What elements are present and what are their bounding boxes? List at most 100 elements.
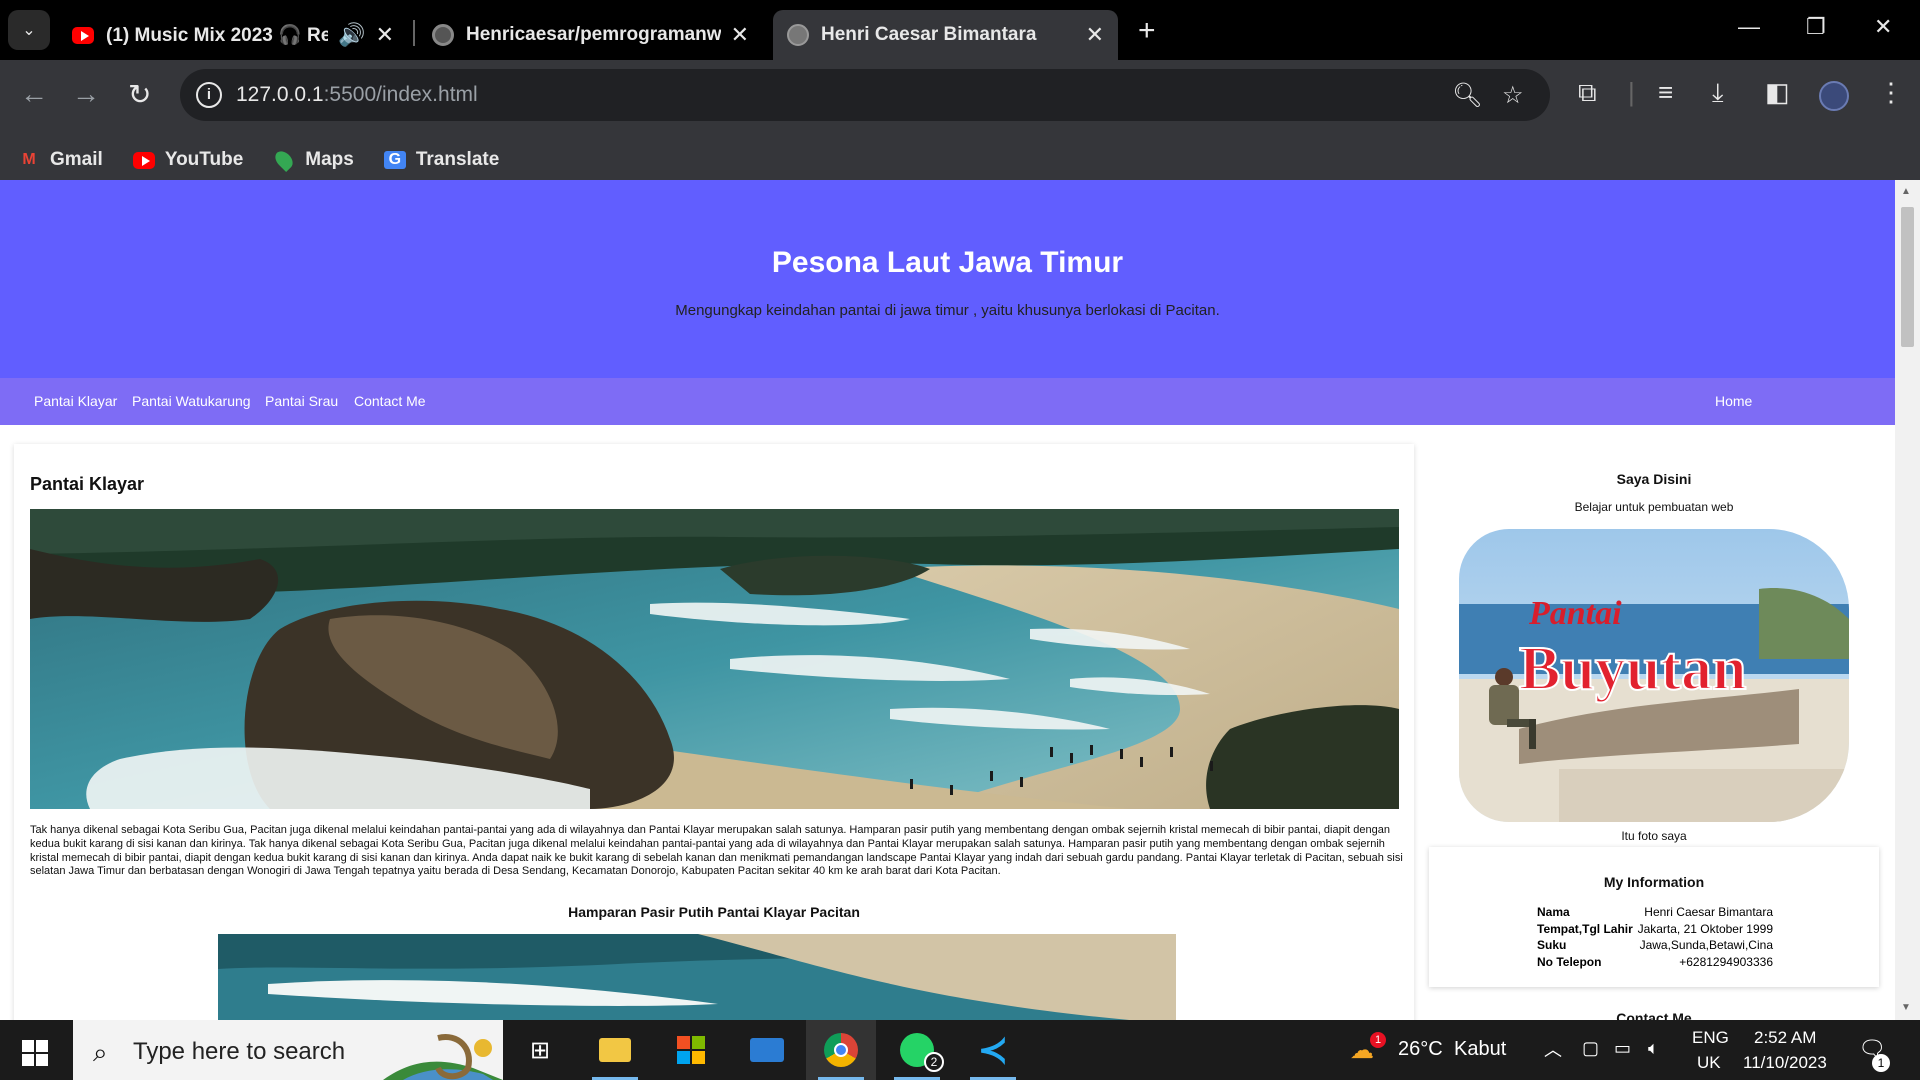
taskbar-mail[interactable] xyxy=(732,1020,802,1080)
browser-tabstrip: ⌄ (1) Music Mix 2023 🎧 Remix 🔊 ✕ Henrica… xyxy=(0,0,1920,60)
info-row: No Telepon +6281294903336 xyxy=(1537,955,1773,972)
volume-icon[interactable]: 🔈︎ xyxy=(1648,1038,1659,1059)
tab-close-icon[interactable]: ✕ xyxy=(1086,22,1104,48)
battery-icon[interactable]: ▭ xyxy=(1614,1038,1631,1059)
bookmark-translate[interactable]: G Translate xyxy=(383,149,500,171)
media-control-icon[interactable]: ≡ xyxy=(1658,77,1673,108)
nav-link-contact-me[interactable]: Contact Me xyxy=(354,393,426,409)
info-value: Jawa,Sunda,Betawi,Cina xyxy=(1639,938,1773,952)
page-scrollbar[interactable]: ▲ ▼ xyxy=(1895,180,1920,1020)
clock-time[interactable]: 2:52 AM xyxy=(1754,1028,1816,1048)
meet-now-icon[interactable]: ▢ xyxy=(1582,1038,1599,1059)
info-row: Suku Jawa,Sunda,Betawi,Cina xyxy=(1537,938,1773,955)
info-row: Nama Henri Caesar Bimantara xyxy=(1537,905,1773,922)
sidebar-tagline: Belajar untuk pembuatan web xyxy=(1574,500,1734,514)
bookmark-label: Translate xyxy=(415,149,500,170)
weather-temp[interactable]: 26°C xyxy=(1398,1038,1443,1061)
article-paragraph: Tak hanya dikenal sebagai Kota Seribu Gu… xyxy=(30,824,1403,878)
nav-link-pantai-watukarung[interactable]: Pantai Watukarung xyxy=(132,393,251,409)
info-table: Nama Henri Caesar Bimantara Tempat,Tgl La… xyxy=(1537,905,1773,971)
taskbar-file-explorer[interactable] xyxy=(580,1020,650,1080)
info-value: Jakarta, 21 Oktober 1999 xyxy=(1637,921,1773,936)
bookmark-star-icon[interactable]: ☆ xyxy=(1502,81,1524,110)
nav-link-pantai-srau[interactable]: Pantai Srau xyxy=(265,393,338,409)
site-title: Pesona Laut Jawa Timur xyxy=(771,246,1124,279)
github-icon xyxy=(432,24,454,46)
profile-photo: Pantai Buyutan xyxy=(1459,529,1849,822)
tab-search-button[interactable]: ⌄ xyxy=(8,10,50,50)
tab-github[interactable]: Henricaesar/pemrogramanweb ✕ xyxy=(418,10,763,60)
chevron-up-icon[interactable]: ︿ xyxy=(1544,1036,1562,1062)
side-panel-icon[interactable]: ◧ xyxy=(1765,77,1790,108)
minimize-icon[interactable]: — xyxy=(1738,14,1760,40)
store-icon xyxy=(677,1036,705,1064)
scroll-down-arrow-icon[interactable]: ▼ xyxy=(1901,1002,1911,1013)
info-heading: My Information xyxy=(1603,874,1705,890)
bookmark-youtube[interactable]: YouTube xyxy=(132,149,244,171)
tab-title: Henricaesar/pemrogramanweb xyxy=(466,24,721,45)
browser-toolbar: ← → ↻ i 127.0.0.1:5500/index.html 🔍︎ ☆ ⧉… xyxy=(0,60,1920,188)
taskbar-search-box[interactable]: ⌕ Type here to search xyxy=(73,1020,503,1080)
bookmark-label: Gmail xyxy=(50,149,103,170)
bookmark-label: YouTube xyxy=(164,149,244,170)
bookmark-gmail[interactable]: M Gmail xyxy=(18,149,103,171)
tab-close-icon[interactable]: ✕ xyxy=(376,22,394,48)
photo-sign-small: Pantai xyxy=(1528,595,1622,632)
taskbar-ms-store[interactable] xyxy=(656,1020,726,1080)
search-highlight-illustration xyxy=(383,1034,503,1080)
extensions-icon[interactable]: ⧉ xyxy=(1578,77,1597,109)
taskbar-vscode[interactable]: ≺ xyxy=(958,1020,1028,1080)
tab-close-icon[interactable]: ✕ xyxy=(731,22,749,48)
notification-count: 1 xyxy=(1872,1054,1890,1072)
site-info-icon[interactable]: i xyxy=(196,82,222,108)
new-tab-button[interactable]: + xyxy=(1138,14,1156,48)
url-host: 127.0.0.1 xyxy=(236,83,324,106)
nav-link-home[interactable]: Home xyxy=(1715,393,1752,409)
youtube-icon xyxy=(72,24,94,46)
info-value: +6281294903336 xyxy=(1679,954,1773,969)
info-label: Tempat,Tgl Lahir xyxy=(1537,921,1633,936)
back-icon[interactable]: ← xyxy=(20,78,48,110)
scroll-up-arrow-icon[interactable]: ▲ xyxy=(1901,186,1911,197)
info-label: Suku xyxy=(1537,938,1567,952)
tab-music-mix[interactable]: (1) Music Mix 2023 🎧 Remix 🔊 ✕ xyxy=(58,10,408,60)
photo-sign-large: Buyutan xyxy=(1519,635,1746,703)
speaker-icon[interactable]: 🔊 xyxy=(338,22,365,48)
download-icon[interactable]: ⤓ xyxy=(1712,77,1724,109)
profile-avatar[interactable] xyxy=(1819,81,1849,111)
taskbar-task-view[interactable]: ⊞ xyxy=(505,1020,575,1080)
whatsapp-badge: 2 xyxy=(924,1052,944,1072)
menu-dots-icon[interactable]: ⋮ xyxy=(1878,77,1904,108)
address-bar[interactable]: i 127.0.0.1:5500/index.html 🔍︎ ☆ xyxy=(180,69,1550,121)
window-close-icon[interactable]: ✕ xyxy=(1874,14,1892,40)
language-line-1[interactable]: ENG xyxy=(1692,1028,1729,1048)
task-view-icon: ⊞ xyxy=(529,1036,551,1064)
search-icon: ⌕ xyxy=(93,1037,108,1067)
bookmark-label: Maps xyxy=(305,149,354,170)
beach-hero-image xyxy=(30,509,1399,809)
reload-icon[interactable]: ↻ xyxy=(128,78,151,111)
clock-date[interactable]: 11/10/2023 xyxy=(1743,1053,1827,1073)
tab-henri-caesar[interactable]: Henri Caesar Bimantara ✕ xyxy=(773,10,1118,60)
chevron-down-icon: ⌄ xyxy=(22,22,36,39)
windows-start-icon[interactable] xyxy=(22,1040,48,1066)
restore-icon[interactable]: ❐ xyxy=(1806,14,1826,40)
zoom-icon[interactable]: 🔍︎ xyxy=(1452,81,1482,110)
site-nav: Pantai Klayar Pantai Watukarung Pantai S… xyxy=(0,378,1895,425)
info-value: Henri Caesar Bimantara xyxy=(1644,905,1773,919)
weather-badge: 1 xyxy=(1370,1032,1386,1048)
url-text[interactable]: 127.0.0.1:5500/index.html xyxy=(236,83,478,107)
info-row: Tempat,Tgl Lahir Jakarta, 21 Oktober 1999 xyxy=(1537,922,1773,939)
taskbar-search-placeholder: Type here to search xyxy=(133,1038,346,1065)
taskbar-whatsapp[interactable]: 2 xyxy=(882,1020,952,1080)
bookmark-maps[interactable]: Maps xyxy=(272,147,354,173)
tab-separator xyxy=(413,20,415,46)
info-label: Nama xyxy=(1537,905,1570,919)
nav-link-pantai-klayar[interactable]: Pantai Klayar xyxy=(34,393,117,409)
language-line-2[interactable]: UK xyxy=(1697,1053,1721,1073)
weather-desc[interactable]: Kabut xyxy=(1454,1038,1506,1061)
forward-icon[interactable]: → xyxy=(72,78,100,110)
photo-caption: Itu foto saya xyxy=(1621,829,1687,843)
taskbar-chrome[interactable] xyxy=(806,1020,876,1080)
scroll-thumb[interactable] xyxy=(1901,207,1914,347)
